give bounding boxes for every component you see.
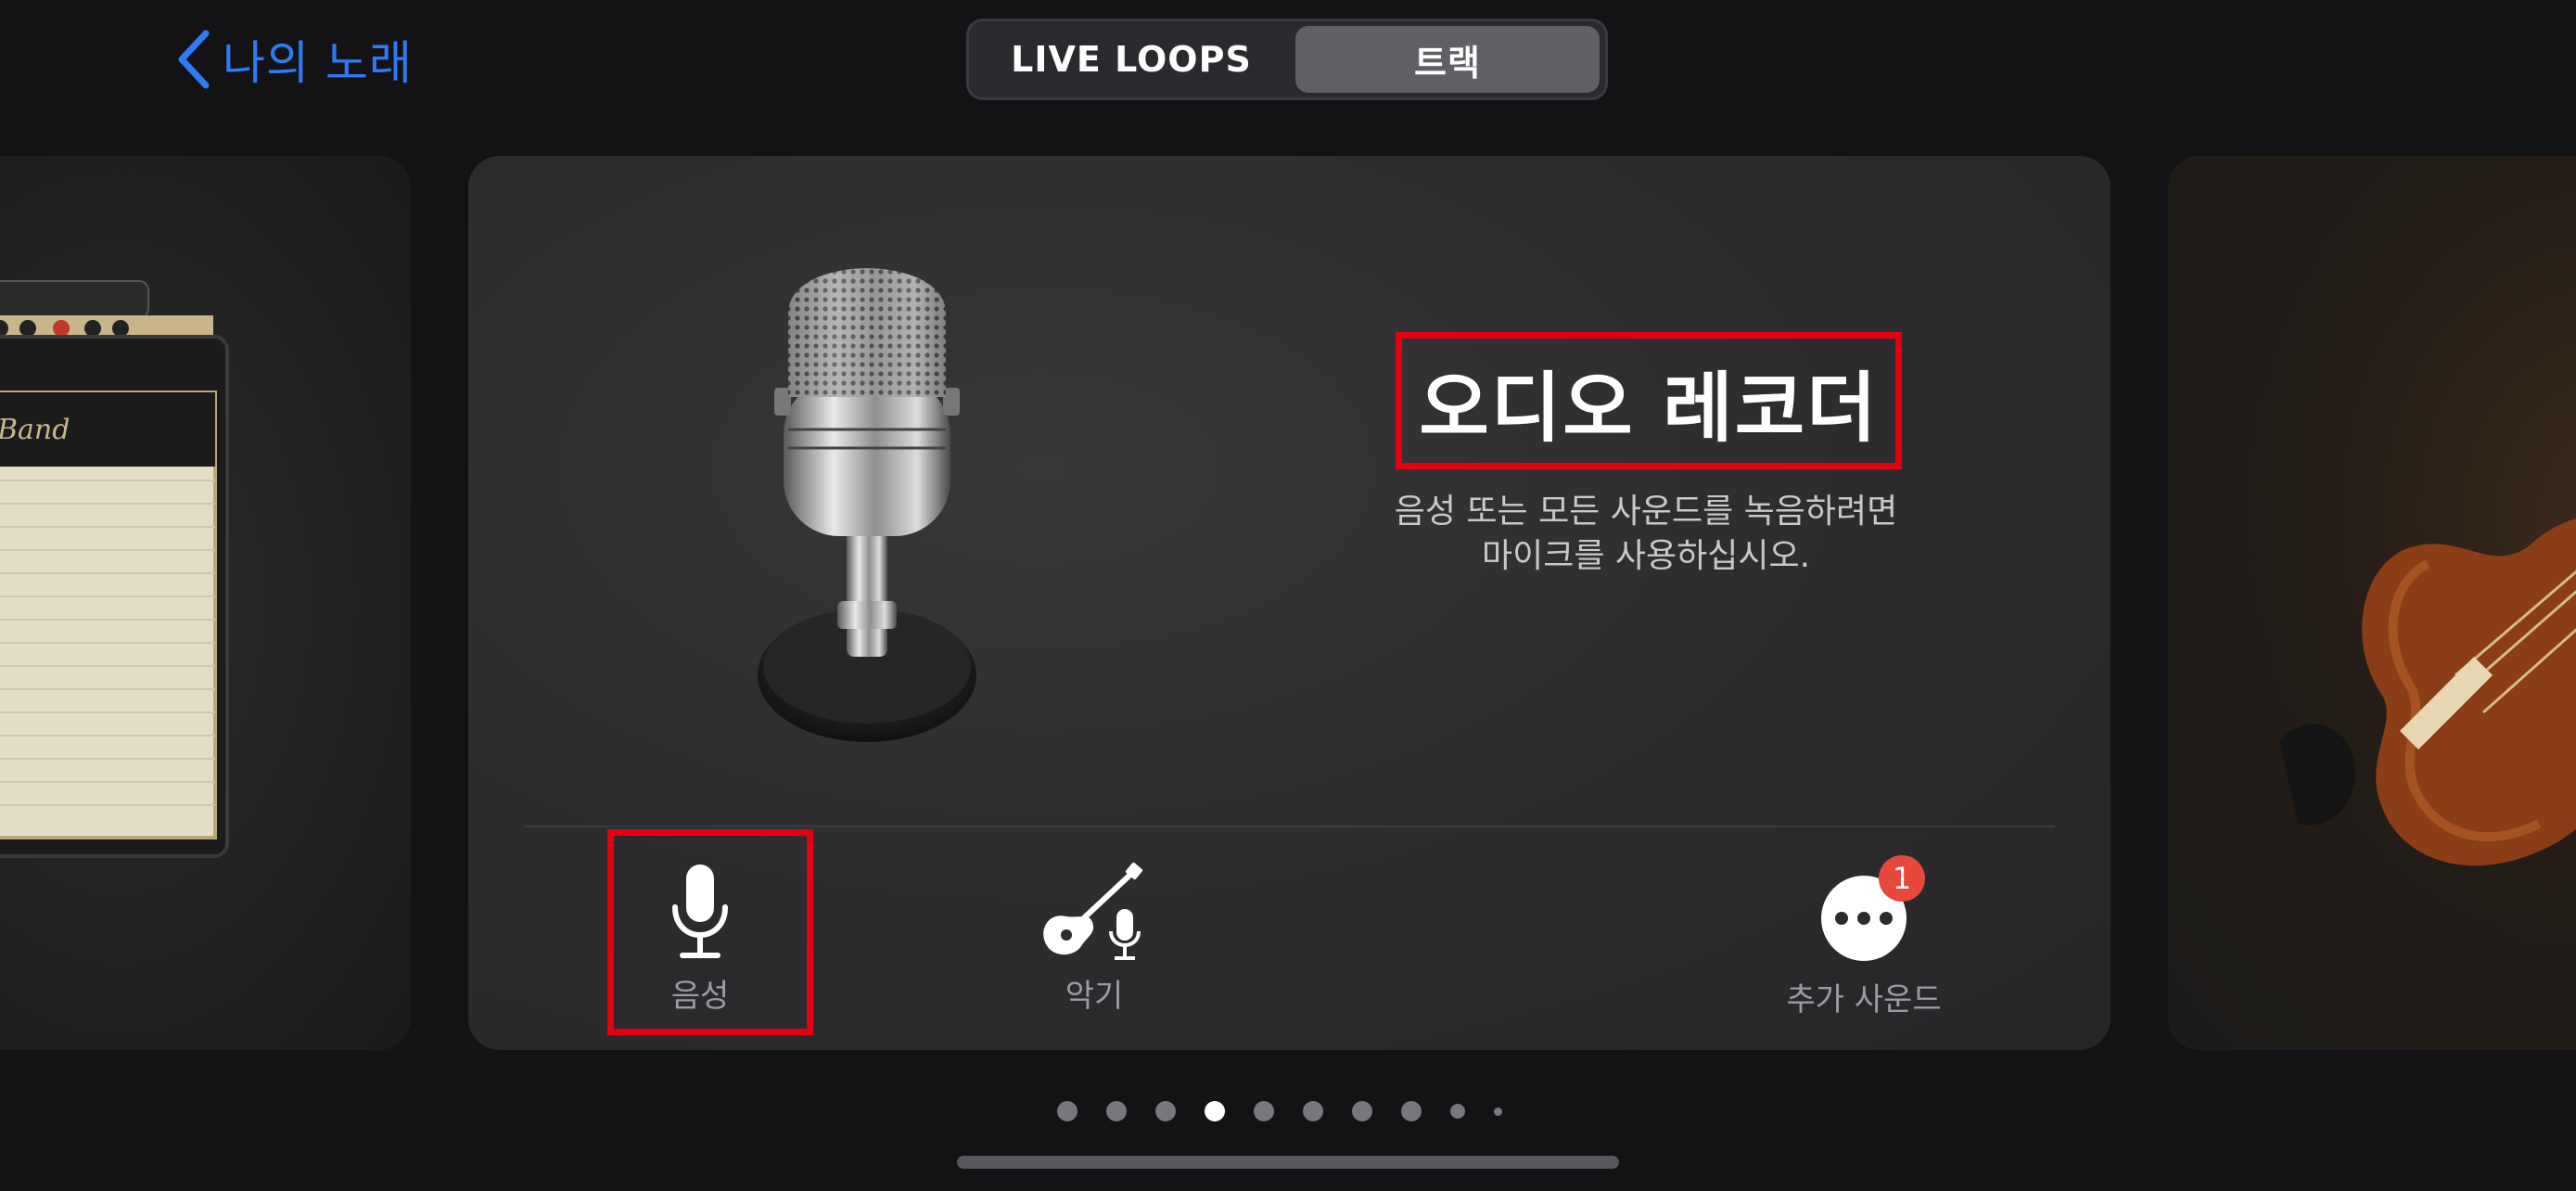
instrument-button[interactable]: 악기	[988, 861, 1201, 1016]
page-dot[interactable]	[1450, 1104, 1465, 1119]
tab-live-loops[interactable]: LIVE LOOPS	[975, 26, 1288, 93]
strings-card[interactable]	[2168, 156, 2576, 1050]
page-dot[interactable]	[1254, 1101, 1274, 1121]
title-highlight: 오디오 레코더	[1396, 332, 1902, 469]
amp-card[interactable]: geBand	[0, 156, 411, 1050]
page-dot-active[interactable]	[1205, 1101, 1225, 1121]
card-divider	[524, 826, 2055, 827]
more-icon: 1	[1821, 855, 1925, 961]
more-sounds-button[interactable]: 1 추가 사운드	[1766, 855, 1961, 1019]
instrument-title: 오디오 레코더	[1419, 364, 1879, 453]
microphone-illustration	[758, 268, 976, 742]
page-indicator[interactable]	[1057, 1099, 1531, 1123]
page-dot[interactable]	[1494, 1107, 1502, 1116]
page-dot[interactable]	[1401, 1101, 1422, 1121]
description-line-2: 마이크를 사용하십시오.	[1481, 537, 1811, 575]
back-button[interactable]: 나의 노래	[176, 24, 413, 95]
page-dot[interactable]	[1155, 1101, 1176, 1121]
page-dot[interactable]	[1303, 1101, 1323, 1121]
microphone-icon	[672, 864, 728, 958]
violin-illustration	[2279, 519, 2576, 866]
guitar-mic-icon	[1043, 862, 1143, 960]
home-indicator[interactable]	[957, 1156, 1619, 1169]
notification-badge: 1	[1879, 855, 1925, 902]
instrument-label: 악기	[1065, 978, 1124, 1015]
voice-button[interactable]: 음성	[607, 861, 793, 1016]
back-label: 나의 노래	[223, 36, 413, 90]
page-dot[interactable]	[1106, 1101, 1127, 1121]
chevron-left-icon	[178, 30, 210, 89]
audio-recorder-card[interactable]: 오디오 레코더 음성 또는 모든 사운드를 녹음하려면 마이크를 사용하십시오.…	[468, 156, 2111, 1050]
page-dot[interactable]	[1057, 1101, 1078, 1121]
page-dot[interactable]	[1352, 1101, 1372, 1121]
more-sounds-label: 추가 사운드	[1786, 981, 1942, 1018]
instrument-description: 음성 또는 모든 사운드를 녹음하려면 마이크를 사용하십시오.	[1303, 490, 1989, 579]
voice-label: 음성	[670, 978, 730, 1015]
svg-text:geBand: geBand	[0, 414, 70, 446]
tab-tracks[interactable]: 트랙	[1295, 26, 1600, 93]
segmented-control: LIVE LOOPS 트랙	[966, 19, 1608, 100]
description-line-1: 음성 또는 모든 사운드를 녹음하려면	[1394, 493, 1898, 531]
amp-illustration: geBand	[0, 280, 229, 858]
